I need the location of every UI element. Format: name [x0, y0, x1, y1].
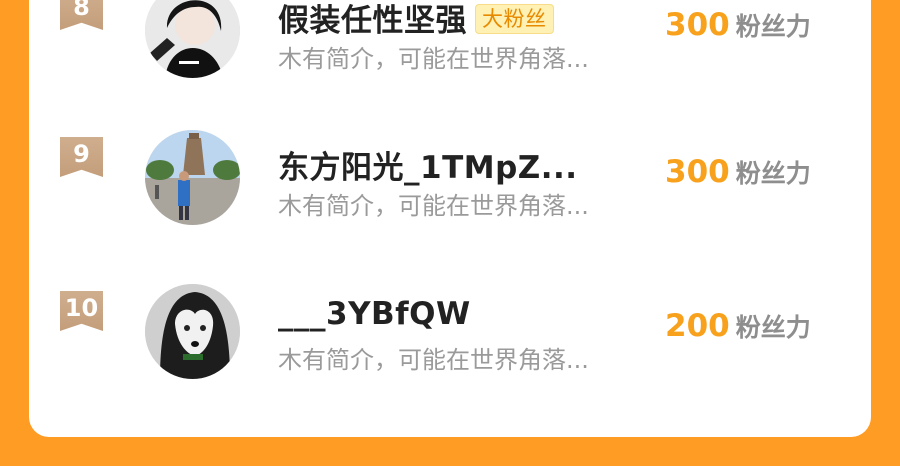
user-intro: 木有简介，可能在世界角落... [278, 346, 589, 374]
score-unit: 粉丝力 [735, 159, 811, 188]
rank-ribbon: 8 [60, 0, 103, 30]
list-item[interactable]: 10 ___3YBfQW 木有简介，可能在世界角落... 200 粉丝力 [29, 284, 871, 394]
rank-ribbon: 9 [60, 137, 103, 177]
user-avatar-pagoda-photo-icon[interactable] [145, 130, 240, 225]
fan-power-score: 300 粉丝力 [665, 7, 811, 43]
list-item[interactable]: 9 东方阳光_1TMpZ... 木有简介，可能在世界角落... 300 粉丝力 [29, 130, 871, 240]
fan-power-score: 300 粉丝力 [665, 154, 811, 190]
user-avatar-anime-icon[interactable] [145, 0, 240, 78]
rank-ribbon: 10 [60, 291, 103, 331]
fan-level-badge: 大粉丝 [475, 3, 554, 34]
score-value: 300 [665, 154, 730, 190]
user-avatar-husky-photo-icon[interactable] [145, 284, 240, 379]
user-name[interactable]: 假装任性坚强 大粉丝 [278, 0, 554, 40]
score-value: 200 [665, 308, 730, 344]
user-name[interactable]: 东方阳光_1TMpZ... [278, 142, 578, 187]
user-name-text: 东方阳光_1TMpZ... [278, 150, 578, 186]
user-name[interactable]: ___3YBfQW [278, 296, 471, 332]
fan-power-score: 200 粉丝力 [665, 308, 811, 344]
user-intro: 木有简介，可能在世界角落... [278, 45, 589, 73]
list-item[interactable]: 8 假装任性坚强 大粉丝 木有简介，可能在世界角落... 300 粉丝力 [29, 0, 871, 93]
score-value: 300 [665, 7, 730, 43]
score-unit: 粉丝力 [735, 313, 811, 342]
user-intro: 木有简介，可能在世界角落... [278, 192, 589, 220]
ranking-card: 8 假装任性坚强 大粉丝 木有简介，可能在世界角落... 300 粉丝力 9 东… [29, 0, 871, 437]
score-unit: 粉丝力 [735, 12, 811, 41]
user-name-text: 假装任性坚强 [278, 3, 467, 39]
user-name-text: ___3YBfQW [278, 296, 471, 332]
